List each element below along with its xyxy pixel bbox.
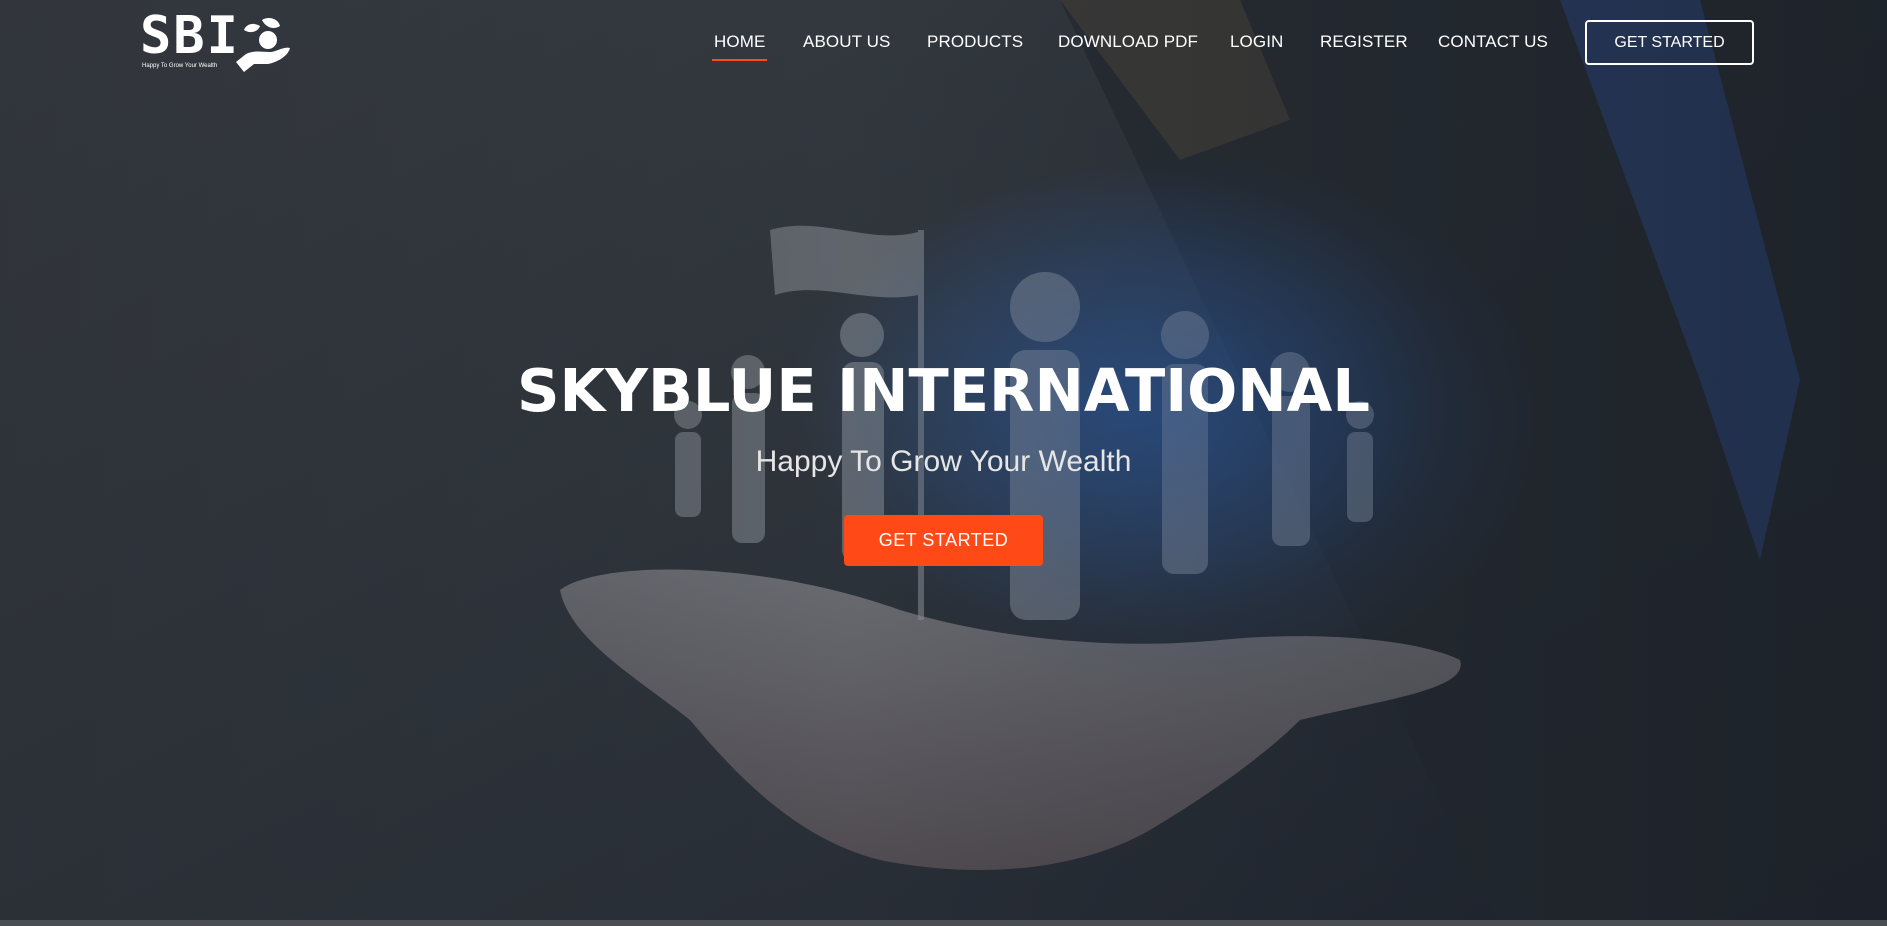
nav-item-products[interactable]: PRODUCTS — [927, 31, 1023, 53]
logo-tagline: Happy To Grow Your Wealth — [142, 63, 218, 69]
site-logo[interactable]: SBI Happy To Grow Your Wealth — [140, 6, 290, 72]
landing-page: SBI Happy To Grow Your Wealth HOME ABOUT… — [0, 0, 1887, 926]
hero-subtitle: Happy To Grow Your Wealth — [755, 445, 1132, 478]
hero-title: SKYBLUE INTERNATIONAL — [517, 356, 1370, 425]
nav-item-contact-us[interactable]: CONTACT US — [1438, 31, 1548, 53]
nav-item-home[interactable]: HOME — [711, 31, 768, 61]
logo-text: SBI — [140, 6, 240, 66]
page-bottom-edge — [0, 920, 1887, 926]
nav-item-register[interactable]: REGISTER — [1320, 31, 1408, 53]
nav-item-login[interactable]: LOGIN — [1230, 31, 1283, 53]
hand-with-plant-icon — [236, 18, 290, 72]
site-header: SBI Happy To Grow Your Wealth HOME ABOUT… — [0, 0, 1887, 84]
hero-get-started-button[interactable]: GET STARTED — [844, 515, 1043, 566]
nav-item-download-pdf[interactable]: DOWNLOAD PDF — [1058, 31, 1198, 53]
header-get-started-button[interactable]: GET STARTED — [1585, 20, 1754, 65]
nav-item-about-us[interactable]: ABOUT US — [803, 31, 890, 53]
